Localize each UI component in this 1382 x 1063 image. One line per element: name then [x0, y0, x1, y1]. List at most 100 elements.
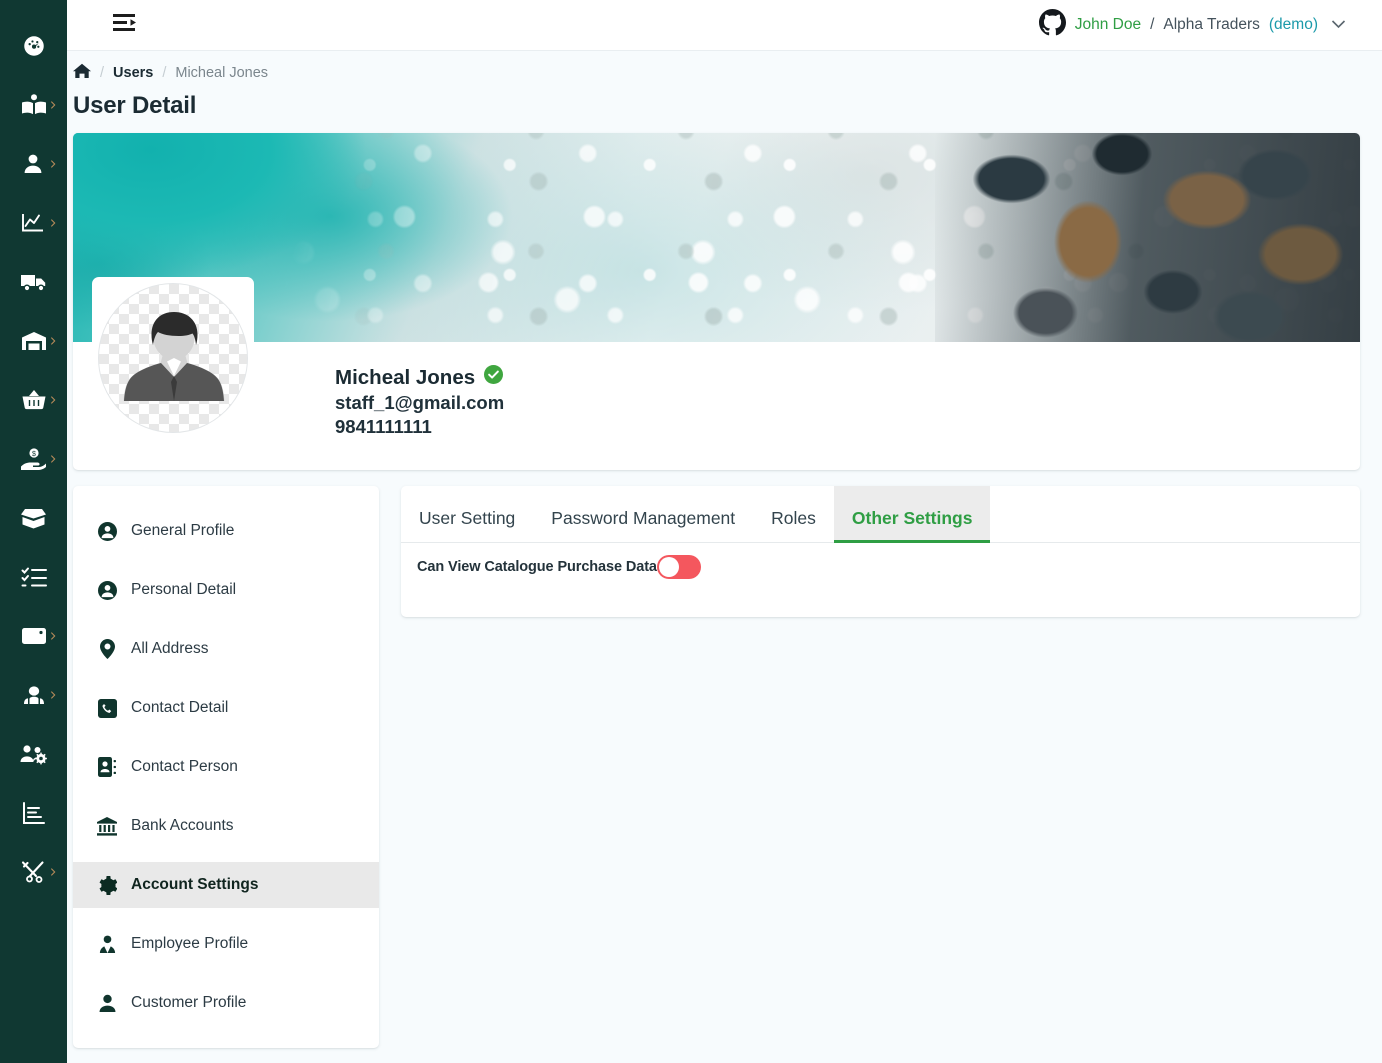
setting-row-catalogue-purchase-data: Can View Catalogue Purchase Data [417, 555, 1360, 579]
sidebar-item-account-settings[interactable]: Account Settings [73, 862, 379, 908]
users-cog-icon [20, 743, 48, 765]
breadcrumb-separator-2: / [162, 65, 167, 81]
menu-fold-icon [113, 13, 139, 38]
nav-item-inventory[interactable] [0, 488, 67, 547]
sidebar-item-label: Account Settings [131, 876, 259, 893]
report-bar-icon [22, 801, 46, 824]
open-box-icon [20, 507, 47, 529]
tab-password-management[interactable]: Password Management [533, 486, 753, 543]
settings-card: User Setting Password Management Roles O… [401, 486, 1360, 617]
other-settings-panel: Can View Catalogue Purchase Data [401, 543, 1360, 579]
employee-tie-icon [97, 935, 117, 954]
breadcrumb: / Users / Micheal Jones [73, 62, 1382, 84]
profile-name: Micheal Jones [335, 365, 476, 389]
chevron-right-icon [50, 867, 56, 876]
sidebar-item-label: Customer Profile [131, 994, 247, 1011]
sidebar-item-label: Personal Detail [131, 581, 237, 598]
menu-fold-button[interactable] [111, 12, 141, 38]
sidebar-item-label: All Address [131, 640, 209, 657]
account-org-mode: (demo) [1268, 16, 1318, 33]
nav-item-purchase[interactable] [0, 370, 67, 429]
address-book-icon [97, 757, 117, 777]
sidebar-item-bank-accounts[interactable]: Bank Accounts [73, 803, 379, 849]
profile-banner-image [73, 133, 1360, 342]
chevron-right-icon [50, 454, 56, 463]
tools-icon [21, 860, 47, 884]
nav-item-accounts[interactable] [0, 606, 67, 665]
github-icon [1038, 9, 1066, 41]
sidebar-item-customer-profile[interactable]: Customer Profile [73, 980, 379, 1026]
sidebar-item-label: General Profile [131, 522, 235, 539]
warehouse-icon [21, 330, 47, 352]
nav-item-warehouse[interactable] [0, 311, 67, 370]
user-icon [22, 152, 46, 176]
team-icon [21, 684, 47, 706]
chevron-down-icon[interactable] [1331, 16, 1346, 34]
nav-item-tools[interactable] [0, 842, 67, 901]
phone-square-icon [97, 698, 117, 718]
nav-item-payments[interactable]: $ [0, 429, 67, 488]
dashboard-icon [21, 33, 47, 59]
nav-item-users[interactable] [0, 134, 67, 193]
account-separator: / [1150, 16, 1155, 33]
chevron-right-icon [50, 395, 56, 404]
profile-phone: 9841111111 [335, 416, 432, 437]
toggle-knob [658, 557, 679, 577]
profile-name-row: Micheal Jones [335, 365, 504, 390]
account-switcher[interactable]: John Doe / Alpha Traders (demo) [1038, 9, 1346, 41]
breadcrumb-item-users[interactable]: Users [113, 65, 153, 81]
tab-other-settings[interactable]: Other Settings [833, 486, 991, 543]
sidebar-item-personal-detail[interactable]: Personal Detail [73, 567, 379, 613]
sidebar-item-contact-person[interactable]: Contact Person [73, 744, 379, 790]
nav-item-user-management[interactable] [0, 724, 67, 783]
chevron-right-icon [50, 336, 56, 345]
nav-item-catalogue[interactable] [0, 75, 67, 134]
setting-label: Can View Catalogue Purchase Data [417, 559, 657, 575]
settings-tabs: User Setting Password Management Roles O… [401, 486, 1360, 543]
sales-chart-icon [21, 211, 47, 235]
sidebar-item-label: Contact Person [131, 758, 238, 775]
wallet-icon [21, 626, 47, 646]
map-pin-icon [97, 639, 117, 659]
can-view-catalogue-purchase-data-toggle[interactable] [656, 555, 701, 579]
nav-item-hr[interactable] [0, 665, 67, 724]
catalogue-book-icon [21, 93, 47, 117]
breadcrumb-item-current: Micheal Jones [175, 65, 269, 81]
page-title: User Detail [73, 92, 197, 119]
svg-text:$: $ [32, 451, 36, 458]
bank-icon [97, 816, 117, 836]
sidebar-item-contact-detail[interactable]: Contact Detail [73, 685, 379, 731]
tab-roles[interactable]: Roles [753, 486, 834, 543]
nav-item-delivery[interactable] [0, 252, 67, 311]
profile-meta: Micheal Jones staff_1@gmail.com 98411111… [335, 365, 504, 438]
nav-item-sales[interactable] [0, 193, 67, 252]
gear-icon [97, 875, 117, 895]
avatar-image [98, 283, 248, 433]
home-icon[interactable] [73, 63, 91, 83]
sidebar-item-label: Contact Detail [131, 699, 229, 716]
account-user-name: John Doe [1074, 16, 1142, 33]
detail-section: General Profile Personal Detail All Addr… [73, 486, 1360, 1048]
nav-item-reports[interactable] [0, 783, 67, 842]
sidebar-item-label: Employee Profile [131, 935, 249, 952]
tab-user-setting[interactable]: User Setting [401, 486, 533, 543]
primary-nav-rail: $ [0, 0, 67, 1063]
sidebar-item-employee-profile[interactable]: Employee Profile [73, 921, 379, 967]
profile-card: Micheal Jones staff_1@gmail.com 98411111… [73, 133, 1360, 470]
chevron-right-icon [50, 631, 56, 640]
sidebar-item-all-address[interactable]: All Address [73, 626, 379, 672]
sidebar-item-label: Bank Accounts [131, 817, 234, 834]
avatar[interactable] [92, 277, 254, 439]
chevron-right-icon [50, 690, 56, 699]
banner-rocks-layer [935, 133, 1360, 342]
user-circle-icon [97, 580, 117, 600]
nav-item-tasks[interactable] [0, 547, 67, 606]
top-bar: John Doe / Alpha Traders (demo) [67, 0, 1382, 51]
sidebar-item-general-profile[interactable]: General Profile [73, 508, 379, 554]
hand-money-icon: $ [20, 447, 47, 471]
profile-section-menu: General Profile Personal Detail All Addr… [73, 486, 379, 1048]
profile-email: staff_1@gmail.com [335, 392, 505, 413]
account-org-name: Alpha Traders [1163, 16, 1260, 33]
nav-item-dashboard[interactable] [0, 16, 67, 75]
user-circle-icon [97, 521, 117, 541]
